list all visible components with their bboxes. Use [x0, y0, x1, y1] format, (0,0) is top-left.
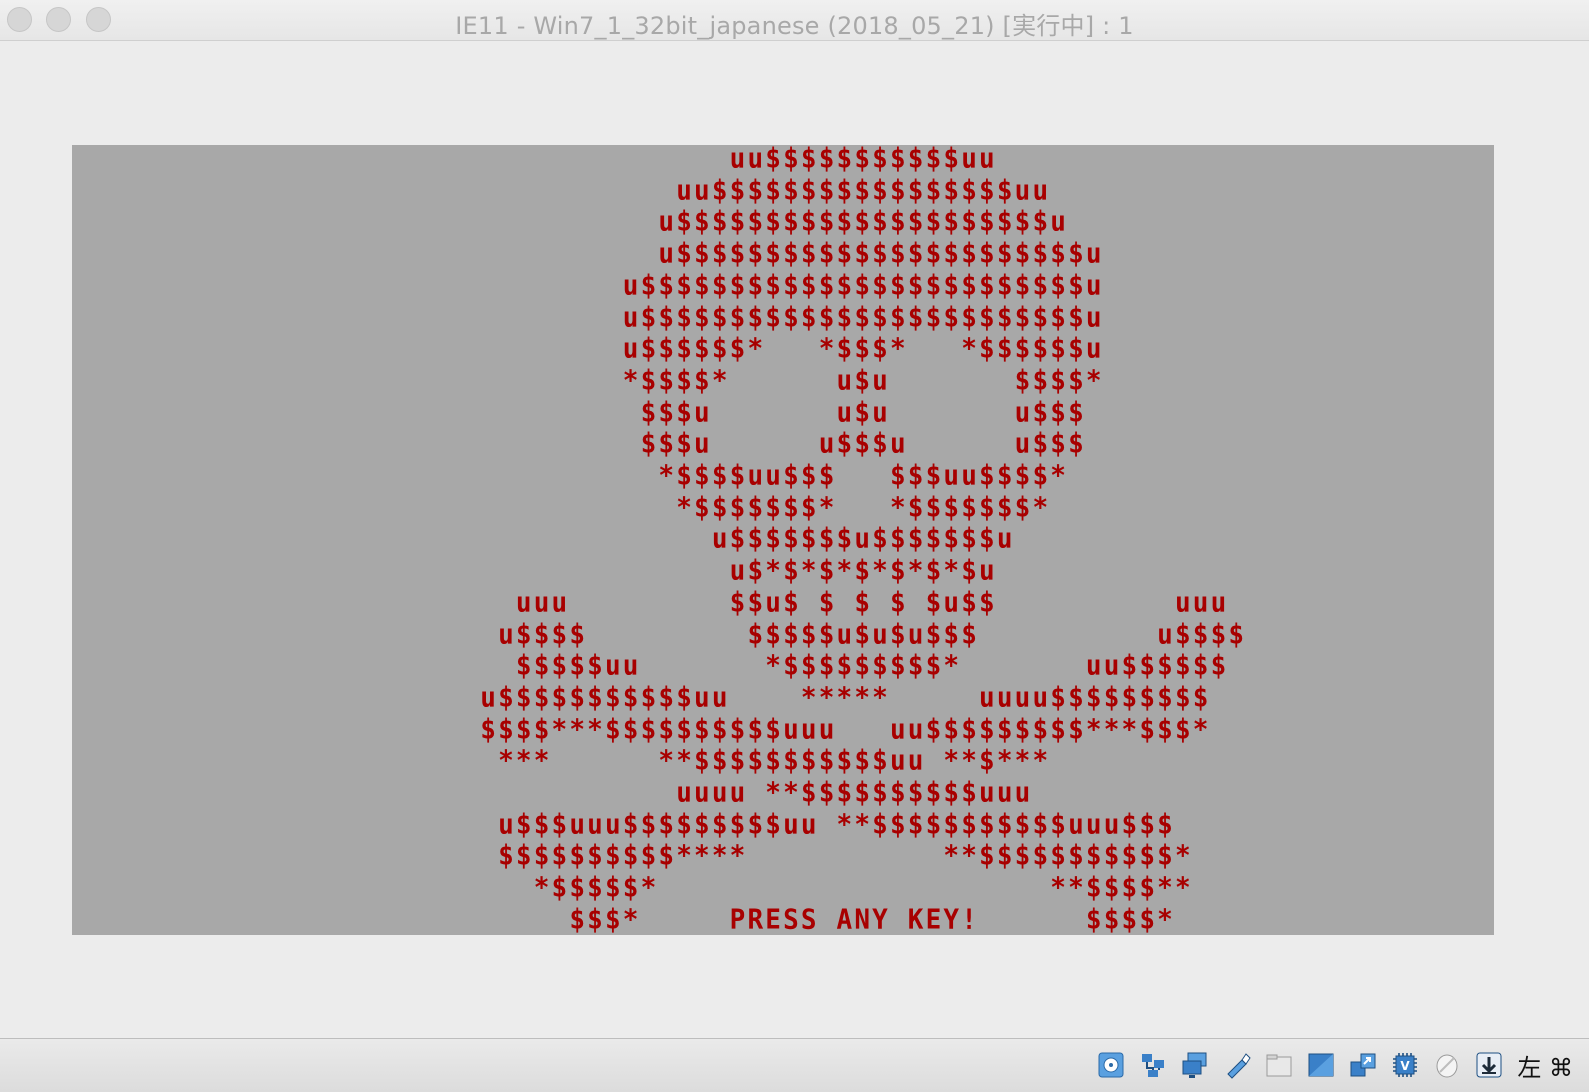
ascii-art-line: u$$$$$$$$$$$$$$$$$$$$$$$$$u — [409, 270, 1104, 302]
screen-icon[interactable] — [1305, 1049, 1337, 1081]
ascii-art-line: *$$$$* u$u $$$$* — [409, 365, 1104, 397]
network-icon[interactable] — [1137, 1049, 1169, 1081]
ascii-art-line: *** **$$$$$$$$$$$uu **$*** — [409, 745, 1051, 778]
svg-text:V: V — [1401, 1059, 1411, 1073]
optical-drive-icon[interactable] — [1095, 1049, 1127, 1081]
ascii-art-line: *$$$$uu$$$ $$$uu$$$$* — [409, 460, 1069, 492]
press-any-key-line: $$$* PRESS ANY KEY! $$$$* — [409, 904, 1175, 935]
host-key-indicator: 左 ⌘ — [1517, 1053, 1573, 1082]
download-icon[interactable] — [1473, 1049, 1505, 1081]
ascii-art-line: u$$$$$$$$$$$$$$$$$$$$$$$$$u — [409, 301, 1104, 334]
virtualbox-window: IE11 - Win7_1_32bit_japanese (2018_05_21… — [0, 0, 1589, 1092]
status-icons: V 左 ⌘ — [1095, 1045, 1575, 1085]
capture-icon[interactable] — [1347, 1049, 1379, 1081]
ascii-art-line: uu$$$$$$$$$$$$$$$$$uu — [409, 174, 1051, 207]
ascii-art-line: u$$$uuu$$$$$$$$$uu **$$$$$$$$$$$uuu$$$ — [409, 808, 1175, 841]
ascii-art-line: $$$$$uu *$$$$$$$$$* uu$$$$$$ — [409, 650, 1229, 682]
mouse-icon[interactable] — [1431, 1049, 1463, 1081]
ascii-art-line: uuu $$u$ $ $ $ $u$$ uuu — [409, 587, 1229, 619]
shared-folder-icon[interactable] — [1263, 1049, 1295, 1081]
ascii-art-line: u$$$$ $$$$$u$u$u$$$ u$$$$ — [409, 618, 1247, 651]
ascii-art-line: u$$$$$$$$$$$$$$$$$$$$$$$u — [409, 238, 1104, 270]
ascii-art-line: uu$$$$$$$$$$$uu — [409, 145, 997, 175]
ascii-art-line: $$$u u$$$u u$$$ — [409, 428, 1086, 461]
ascii-art-line: *$$$$$* **$$$$** — [409, 872, 1193, 904]
vm-display[interactable]: uu$$$$$$$$$$$uu uu$$$$$$$$$$$$$$$$$uu u$… — [72, 145, 1494, 935]
ascii-art-line: u$$$$$$$u$$$$$$$u — [409, 523, 1015, 556]
ascii-art-line: u$$$$$$$$$$$$$$$$$$$$$u — [409, 206, 1069, 239]
ascii-art-line: u$$$$$$* *$$$* *$$$$$$u — [409, 333, 1104, 365]
display-icon[interactable] — [1179, 1049, 1211, 1081]
cpu-icon[interactable]: V — [1389, 1049, 1421, 1081]
ascii-art-line: $$$$***$$$$$$$$$$uuu uu$$$$$$$$$***$$$* — [409, 713, 1211, 746]
window-title: IE11 - Win7_1_32bit_japanese (2018_05_21… — [455, 12, 1134, 40]
ascii-art-line: $$$$$$$$$$**** **$$$$$$$$$$$* — [409, 840, 1193, 873]
ascii-art-line: uuuu **$$$$$$$$$$uuu — [409, 777, 1033, 809]
usb-icon[interactable] — [1221, 1049, 1253, 1081]
status-bar: V 左 ⌘ — [0, 1038, 1589, 1092]
ascii-art-line: u$*$*$*$*$*$*$u — [409, 555, 997, 587]
title-bar[interactable]: IE11 - Win7_1_32bit_japanese (2018_05_21… — [0, 0, 1589, 41]
ascii-art-line: $$$u u$u u$$$ — [409, 396, 1086, 429]
ascii-art-line: *$$$$$$$* *$$$$$$$* — [409, 491, 1051, 524]
ascii-art-line: u$$$$$$$$$$$uu ***** uuuu$$$$$$$$$ — [409, 682, 1211, 714]
